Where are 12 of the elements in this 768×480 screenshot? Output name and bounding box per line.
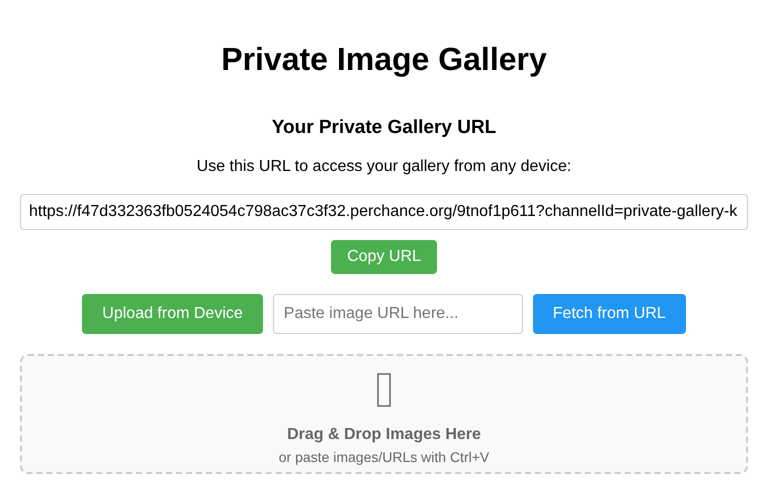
upload-button[interactable]: Upload from Device [82, 294, 263, 334]
missing-glyph-icon [377, 373, 391, 407]
fetch-button[interactable]: Fetch from URL [532, 294, 686, 334]
page-title: Private Image Gallery [221, 40, 547, 79]
copy-url-button[interactable]: Copy URL [331, 240, 437, 274]
drop-zone-title: Drag & Drop Images Here [287, 425, 481, 445]
drop-zone[interactable]: Drag & Drop Images Here or paste images/URLs with Ctrl+V [20, 354, 748, 474]
drop-zone-subtitle: or paste images/URLs with Ctrl+V [278, 448, 490, 466]
gallery-url-field[interactable]: https://f47d332363fb0524054c798ac37c3f32.perchance.org/9tnof1p611?channelId=private-gallery-k [20, 194, 748, 230]
url-description: Use this URL to access your gallery from any device: [196, 157, 572, 177]
image-url-field[interactable]: Paste image URL here... [272, 294, 523, 334]
section-heading: Your Private Gallery URL [272, 116, 496, 140]
